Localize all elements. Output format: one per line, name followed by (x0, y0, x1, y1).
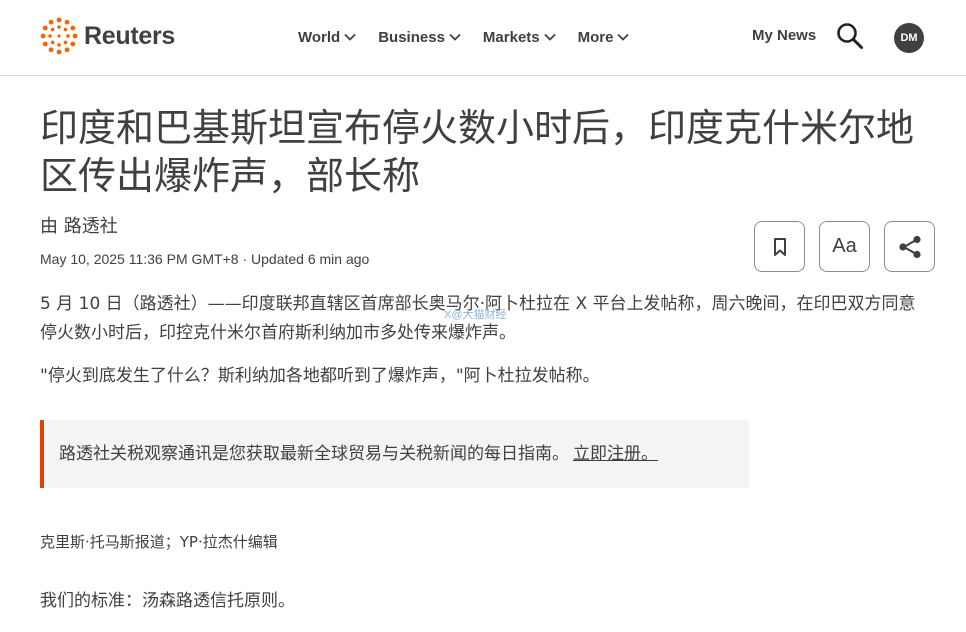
text-size-button[interactable]: Aa (819, 221, 870, 272)
bookmark-button[interactable] (754, 221, 805, 272)
brand-name: Reuters (84, 21, 175, 50)
nav-item-label: More (577, 28, 614, 46)
article-byline[interactable]: 由 路透社 (40, 212, 118, 238)
trust-principles-link[interactable]: 我们的标准：汤森路透信托原则。 (40, 586, 295, 611)
reuters-logo[interactable]: Reuters (40, 16, 175, 56)
chevron-down-icon (344, 33, 356, 41)
site-header: Reuters World Business Markets More My N… (0, 0, 966, 76)
nav-item-more[interactable]: More (578, 26, 630, 48)
article-title: 印度和巴基斯坦宣布停火数小时后，印度克什米尔地区传出爆炸声，部长称 (40, 106, 915, 198)
article-paragraph: "停火到底发生了什么？斯利纳加各地都听到了爆炸声，"阿卜杜拉发帖称。 (40, 366, 600, 386)
bookmark-icon (773, 237, 786, 256)
main-nav: World Business Markets More (298, 26, 651, 48)
callout-message: 路透社关税观察通讯是您获取最新全球贸易与关税新闻的每日指南。 (59, 444, 569, 464)
article-dateline: May 10, 2025 11:36 PM GMT+8 · Updated 6 … (40, 251, 370, 267)
newsletter-callout: 路透社关税观察通讯是您获取最新全球贸易与关税新闻的每日指南。 立即注册。 (40, 420, 749, 488)
signup-link[interactable]: 立即注册。 (573, 444, 658, 464)
share-button[interactable] (884, 221, 935, 272)
nav-item-business[interactable]: Business (378, 26, 461, 48)
chevron-down-icon (543, 33, 556, 41)
callout-text: 路透社关税观察通讯是您获取最新全球贸易与关税新闻的每日指南。 立即注册。 (59, 439, 658, 464)
reuters-logo-icon (40, 17, 78, 55)
user-avatar-button[interactable]: DM (894, 23, 924, 53)
nav-item-markets[interactable]: Markets (483, 26, 556, 48)
chevron-down-icon (617, 33, 630, 41)
nav-item-label: Business (378, 28, 445, 46)
watermark-text: X@大猫财经 (444, 309, 507, 321)
nav-item-world[interactable]: World (298, 26, 356, 48)
my-news-link[interactable]: My News (752, 27, 816, 44)
search-button[interactable] (836, 22, 864, 50)
nav-item-label: Markets (482, 28, 540, 46)
share-icon (898, 235, 921, 258)
search-icon (837, 23, 863, 49)
chevron-down-icon (449, 33, 461, 41)
text-size-icon: Aa (832, 235, 857, 257)
article-credit: 克里斯·托马斯报道；YP·拉杰什编辑 (40, 533, 278, 551)
nav-item-label: World (298, 28, 341, 46)
